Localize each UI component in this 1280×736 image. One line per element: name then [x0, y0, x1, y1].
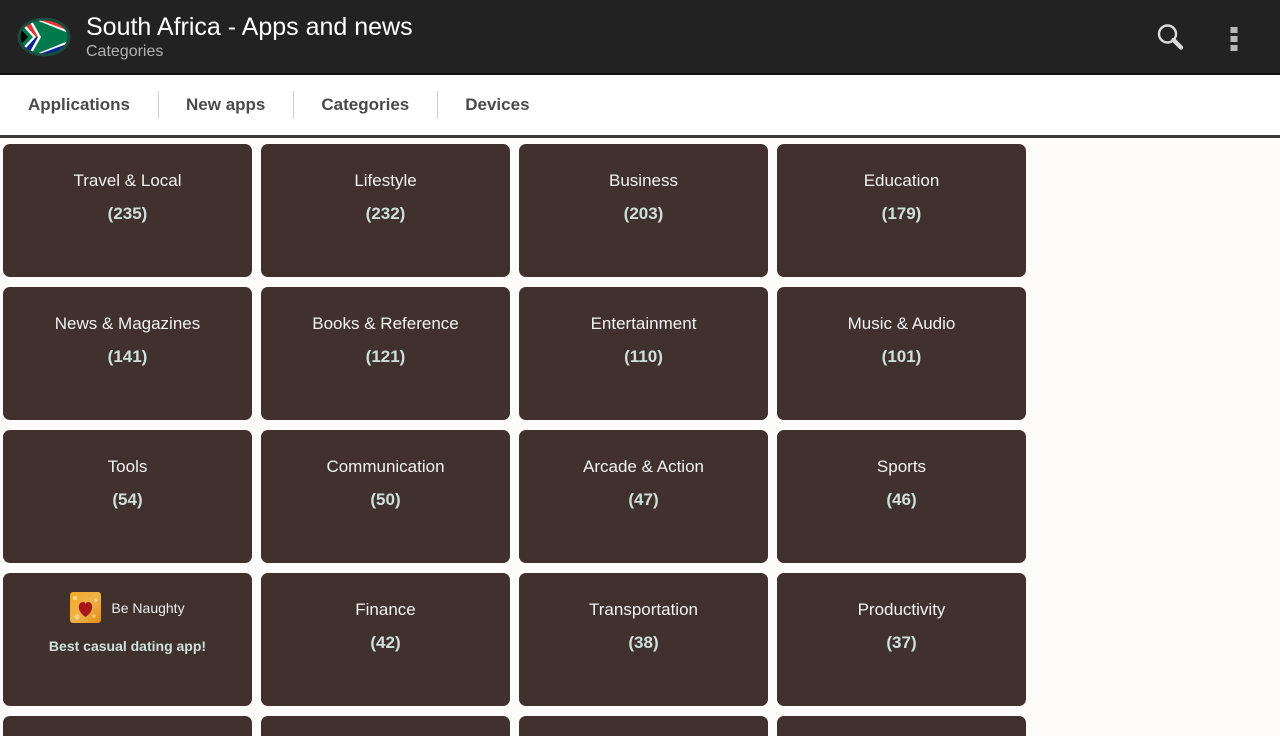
category-card[interactable]: Lifestyle (232)	[261, 144, 510, 277]
page-subtitle: Categories	[86, 42, 164, 60]
category-card[interactable]: Finance (42)	[261, 573, 510, 706]
heart-app-icon	[70, 592, 102, 623]
category-card[interactable]: News & Magazines (141)	[3, 287, 252, 420]
tab-bar: Applications New apps Categories Devices	[0, 75, 1280, 138]
category-name: Arcade & Action	[583, 457, 704, 476]
category-name: Education	[863, 171, 940, 190]
category-count: (47)	[628, 490, 659, 509]
category-card[interactable]: Media & Video (31)	[519, 716, 768, 736]
category-count: (121)	[365, 347, 406, 366]
category-grid: Travel & Local (235) Lifestyle (232) Bus…	[0, 138, 1280, 736]
category-card[interactable]: Social (25)	[777, 716, 1026, 736]
category-card[interactable]: Medical (35)	[3, 716, 252, 736]
category-card[interactable]: Shopping (35)	[261, 716, 510, 736]
category-count: (141)	[107, 347, 148, 366]
advertisement-card[interactable]: Be Naughty Best casual dating app!	[3, 573, 252, 706]
category-count: (42)	[370, 633, 401, 652]
category-name: Communication	[326, 457, 445, 476]
category-card[interactable]: Communication (50)	[261, 430, 510, 563]
overflow-menu-icon[interactable]	[1202, 5, 1266, 69]
category-count: (101)	[881, 347, 922, 366]
category-count: (37)	[886, 633, 917, 652]
category-card[interactable]: Tools (54)	[3, 430, 252, 563]
category-name: Tools	[107, 457, 148, 476]
category-card[interactable]: Entertainment (110)	[519, 287, 768, 420]
category-name: Music & Audio	[847, 314, 956, 333]
category-name: Business	[609, 171, 678, 190]
south-africa-flag-oval-icon	[16, 15, 72, 59]
category-name: Productivity	[857, 600, 946, 619]
ad-tagline: Best casual dating app!	[48, 638, 207, 654]
category-count: (110)	[624, 347, 663, 366]
category-name: Books & Reference	[312, 314, 459, 333]
ad-header-row: Be Naughty	[70, 592, 185, 623]
category-card[interactable]: Transportation (38)	[519, 573, 768, 706]
category-card[interactable]: Music & Audio (101)	[777, 287, 1026, 420]
category-count: (203)	[623, 204, 664, 223]
category-count: (235)	[107, 204, 148, 223]
category-card[interactable]: Books & Reference (121)	[261, 287, 510, 420]
tab-new-apps[interactable]: New apps	[158, 75, 293, 135]
category-count: (50)	[370, 490, 401, 509]
category-name: Lifestyle	[354, 171, 417, 190]
category-count: (54)	[112, 490, 143, 509]
category-count: (46)	[886, 490, 917, 509]
category-card[interactable]: Travel & Local (235)	[3, 144, 252, 277]
tab-applications[interactable]: Applications	[0, 75, 158, 135]
category-name: Travel & Local	[73, 171, 182, 190]
header-text-block: South Africa - Apps and news Categories	[86, 12, 1138, 62]
category-name: Entertainment	[590, 314, 697, 333]
category-card[interactable]: Sports (46)	[777, 430, 1026, 563]
search-icon[interactable]	[1138, 5, 1202, 69]
category-name: News & Magazines	[54, 314, 201, 333]
category-card[interactable]: Productivity (37)	[777, 573, 1026, 706]
ad-title: Be Naughty	[111, 599, 185, 616]
category-name: Transportation	[589, 600, 698, 619]
category-name: Sports	[876, 457, 927, 476]
category-card[interactable]: Business (203)	[519, 144, 768, 277]
category-count: (38)	[628, 633, 659, 652]
category-card[interactable]: Arcade & Action (47)	[519, 430, 768, 563]
category-count: (232)	[365, 204, 406, 223]
page-title: South Africa - Apps and news	[86, 12, 413, 41]
tab-bar-spacer	[558, 75, 1280, 135]
tab-categories[interactable]: Categories	[293, 75, 437, 135]
app-header: South Africa - Apps and news Categories	[0, 0, 1280, 75]
tab-devices[interactable]: Devices	[437, 75, 557, 135]
category-name: Finance	[355, 600, 416, 619]
category-card[interactable]: Education (179)	[777, 144, 1026, 277]
category-count: (179)	[881, 204, 922, 223]
